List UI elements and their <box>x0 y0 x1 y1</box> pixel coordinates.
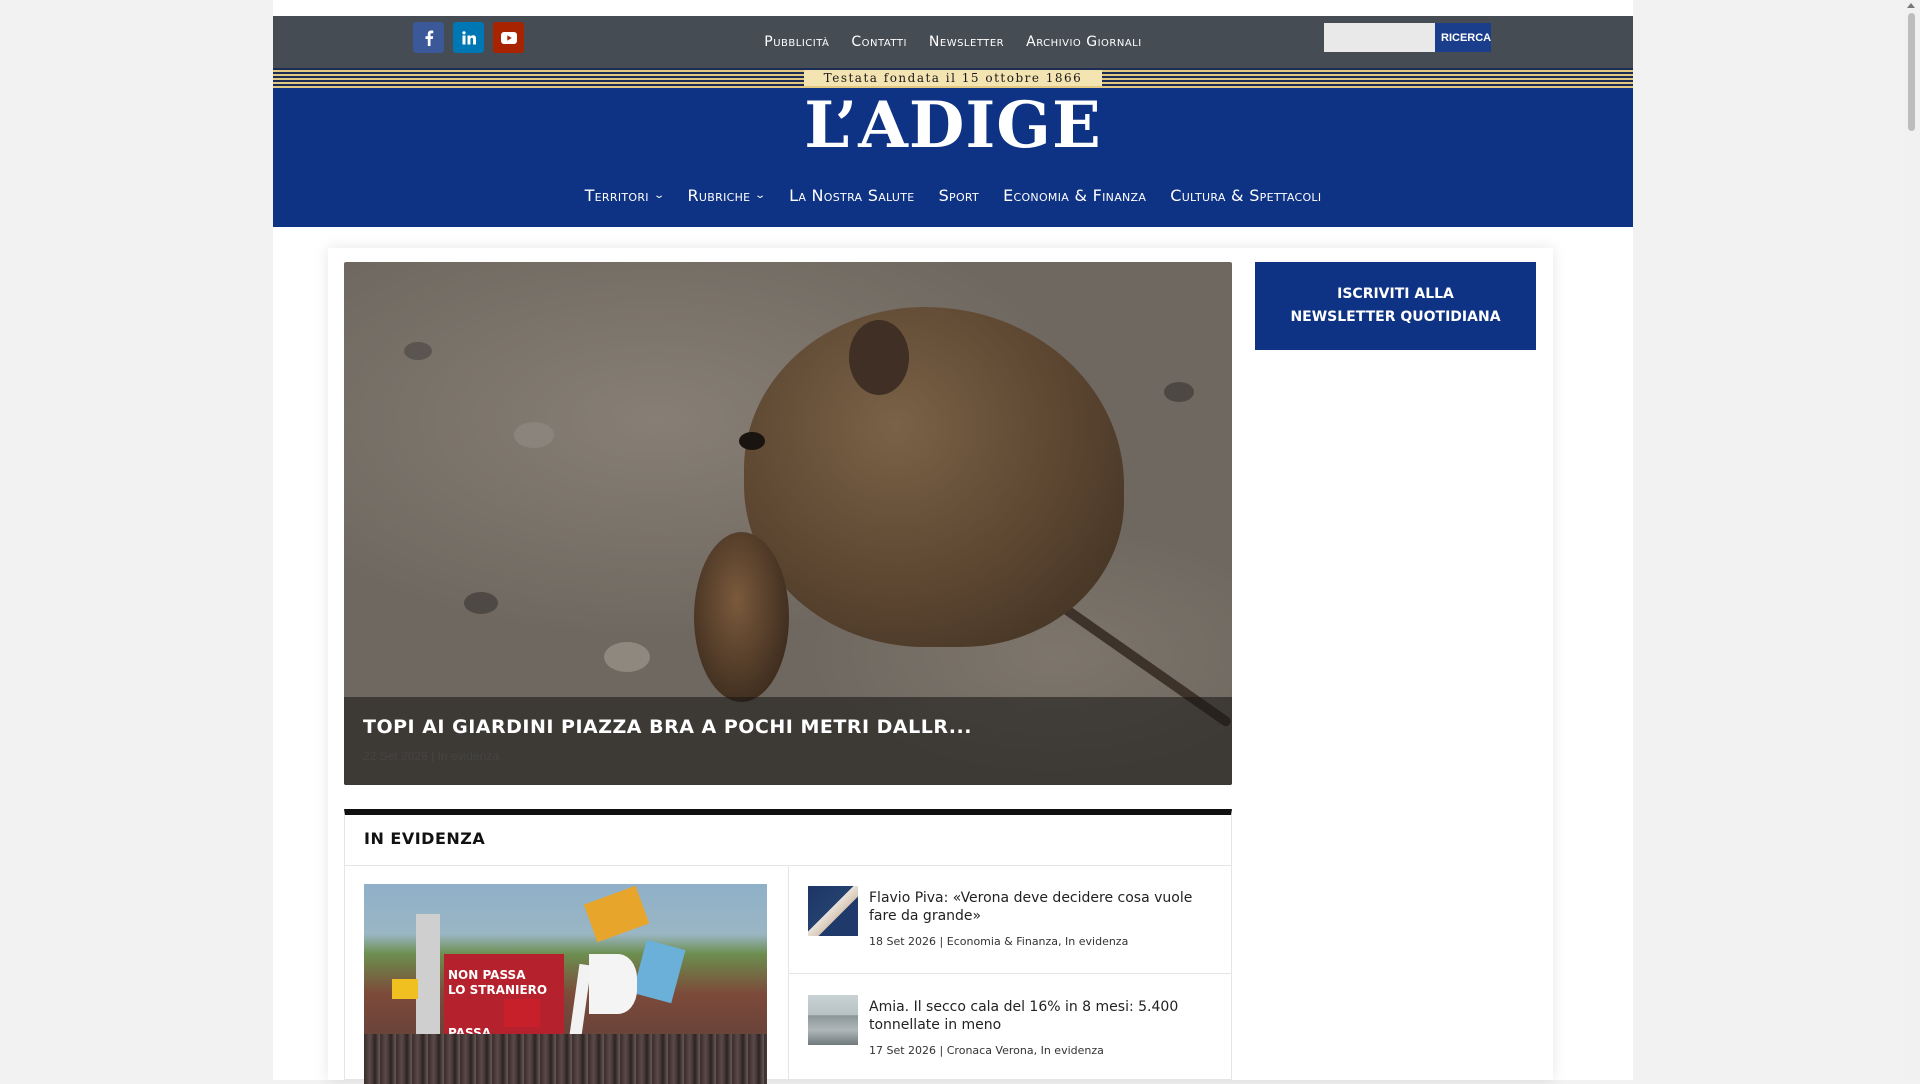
article-title[interactable]: Flavio Piva: «Verona deve decidere cosa … <box>869 889 1214 925</box>
pebble <box>604 642 650 672</box>
stage-text-line-1: NON PASSA <box>448 968 526 982</box>
nav-item-label: Economia & Finanza <box>1003 186 1147 205</box>
article-thumbnail[interactable] <box>808 995 858 1045</box>
nav-item-la-nostra-salute[interactable]: La Nostra Salute <box>789 186 914 205</box>
nav-item-economia-finanza[interactable]: Economia & Finanza <box>1003 186 1146 205</box>
tagline-bar: Testata fondata il 15 ottobre 1866 <box>273 68 1633 88</box>
top-nav-newsletter[interactable]: Newsletter <box>929 34 1004 50</box>
nav-item-label: La Nostra Salute <box>789 186 915 205</box>
pebble <box>1164 382 1194 402</box>
top-spacer <box>273 0 1633 16</box>
stage-text-line-2: LO STRANIERO <box>448 983 548 997</box>
featured-column: NON PASSA LO STRANIERO PASSA <box>345 865 789 1084</box>
top-nav-contatti[interactable]: Contatti <box>851 34 907 50</box>
nav-item-territori[interactable]: Territori ⌄ <box>584 186 666 205</box>
hero-caption: TOPI AI GIARDINI PIAZZA BRA A POCHI METR… <box>344 697 1232 785</box>
article-meta: 18 Set 2026 | Economia & Finanza, In evi… <box>869 935 1129 948</box>
nav-item-cultura-spettacoli[interactable]: Cultura & Spettacoli <box>1170 186 1321 205</box>
list-item[interactable]: Flavio Piva: «Verona deve decidere cosa … <box>788 865 1231 974</box>
newsletter-line-1: ISCRIVITI ALLA <box>1337 286 1454 302</box>
nav-item-label: Cultura & Spettacoli <box>1170 186 1322 205</box>
flag-red <box>504 999 540 1027</box>
nav-item-label: Territori <box>584 186 649 205</box>
mouse-eye <box>739 432 765 450</box>
hero-article[interactable]: TOPI AI GIARDINI PIAZZA BRA A POCHI METR… <box>344 262 1232 785</box>
pebble <box>514 422 554 448</box>
site-logo[interactable]: L’ADIGE <box>273 88 1633 163</box>
top-nav-archivio-giornali[interactable]: Archivio Giornali <box>1026 34 1142 50</box>
pebble <box>464 592 498 614</box>
article-thumbnail[interactable] <box>808 886 858 936</box>
chevron-down-icon: ⌄ <box>754 190 767 201</box>
main-content: TOPI AI GIARDINI PIAZZA BRA A POCHI METR… <box>328 248 1553 1084</box>
search-button[interactable]: RICERCA <box>1435 23 1491 52</box>
flag-blue <box>632 939 686 1004</box>
pebble <box>404 342 432 360</box>
article-title[interactable]: Amia. Il secco cala del 16% in 8 mesi: 5… <box>869 998 1214 1034</box>
search-form: RICERCA <box>1324 23 1491 52</box>
scroll-up-arrow-icon[interactable] <box>1907 3 1915 8</box>
newsletter-signup-button[interactable]: ISCRIVITI ALLA NEWSLETTER QUOTIDIANA <box>1255 262 1536 350</box>
nav-item-sport[interactable]: Sport <box>939 186 980 205</box>
seed <box>694 532 789 702</box>
hero-separator: | <box>431 749 435 763</box>
top-bar: Pubblicità Contatti Newsletter Archivio … <box>273 16 1633 68</box>
flag-white-green <box>589 954 637 1014</box>
chevron-down-icon: ⌄ <box>653 190 666 201</box>
nav-item-label: Rubriche <box>687 186 751 205</box>
masthead: L’ADIGE Territori ⌄ Rubriche ⌄ La Nostra… <box>273 88 1633 227</box>
in-evidenza-section: IN EVIDENZA NON PASSA LO STRANIERO PASSA <box>344 809 1232 1084</box>
nav-item-rubriche[interactable]: Rubriche ⌄ <box>687 186 767 205</box>
featured-article-image[interactable]: NON PASSA LO STRANIERO PASSA <box>364 884 767 1084</box>
search-input[interactable] <box>1324 23 1435 52</box>
flag-yellow <box>583 885 650 943</box>
mouse-body <box>744 307 1124 647</box>
hero-title[interactable]: TOPI AI GIARDINI PIAZZA BRA A POCHI METR… <box>363 716 972 738</box>
crowd <box>364 1034 767 1084</box>
nav-item-label: Sport <box>938 186 980 205</box>
tagline: Testata fondata il 15 ottobre 1866 <box>803 70 1103 86</box>
flag-yellow-small <box>392 979 418 999</box>
page-container: Pubblicità Contatti Newsletter Archivio … <box>273 0 1633 1084</box>
hero-meta: 22 Set 2026 | In evidenza <box>363 749 499 763</box>
newsletter-line-2: NEWSLETTER QUOTIDIANA <box>1290 309 1501 325</box>
tagline-wrap: Testata fondata il 15 ottobre 1866 <box>273 68 1633 88</box>
hero-date: 22 Set 2026 <box>363 749 428 763</box>
article-list: Flavio Piva: «Verona deve decidere cosa … <box>788 865 1231 1083</box>
section-header: IN EVIDENZA <box>345 815 1231 866</box>
article-meta: 17 Set 2026 | Cronaca Verona, In evidenz… <box>869 1044 1104 1057</box>
section-title: IN EVIDENZA <box>364 829 486 848</box>
main-nav: Territori ⌄ Rubriche ⌄ La Nostra Salute … <box>273 186 1633 205</box>
page-scrollbar[interactable] <box>1903 0 1920 1080</box>
mouse-ear <box>849 320 909 395</box>
hero-category[interactable]: In evidenza <box>438 749 499 763</box>
list-item[interactable]: Amia. Il secco cala del 16% in 8 mesi: 5… <box>788 974 1231 1083</box>
scroll-thumb[interactable] <box>1908 13 1915 131</box>
top-nav-pubblicita[interactable]: Pubblicità <box>764 34 829 50</box>
